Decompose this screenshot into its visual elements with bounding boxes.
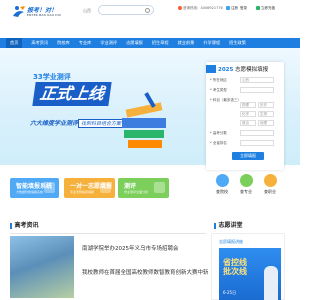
form-label-score: * 高考分数	[210, 131, 227, 135]
subject-politics[interactable]: 政治	[240, 120, 256, 126]
one-on-one-tile[interactable]: 一对一志愿填报 专业老师指导填报	[64, 178, 115, 198]
subject-biology[interactable]: 生物	[258, 111, 274, 117]
smart-fill-tile[interactable]: 智能填报系统 大数据智能填报系统	[10, 178, 59, 198]
form-title-text: 志愿模拟填报	[235, 67, 269, 73]
briefcase-icon	[263, 174, 277, 187]
form-label-subjects: * 科目（最多选三）	[210, 98, 241, 102]
news-thumbnail[interactable]	[10, 236, 74, 298]
wallet-icon	[256, 6, 260, 10]
school-icon	[215, 174, 229, 187]
recharge-button[interactable]: 立即充值	[256, 6, 275, 11]
form-label-type: * 考生类型	[210, 88, 227, 92]
quick-careers[interactable]: 查职业	[258, 172, 282, 202]
form-label-region: * 所在地区	[210, 78, 227, 82]
quick-label: 查职业	[264, 189, 276, 194]
quick-label: 查院校	[216, 189, 228, 194]
form-title: 2025 志愿模拟填报	[218, 65, 268, 73]
subject-physics[interactable]: 物理	[240, 102, 256, 108]
region-select[interactable]: 山西	[240, 77, 274, 83]
ad-header: 志愿填报讲座	[219, 238, 281, 246]
system-icon	[44, 182, 55, 193]
section-marker	[10, 222, 12, 229]
rank-input[interactable]	[240, 140, 274, 146]
ad-line2: 批次线	[223, 267, 247, 276]
logo-icon	[13, 6, 25, 17]
form-year: 2025	[218, 67, 234, 73]
assessment-tile[interactable]: 测评 学业测评全面分析	[118, 178, 169, 198]
news-item[interactable]: 南湖学院举办2025年义乌市专场招聘会	[82, 244, 208, 252]
quick-colleges[interactable]: 查院校	[210, 172, 234, 202]
nav-item-charter[interactable]: 招生章程	[152, 40, 169, 46]
chart-icon	[154, 182, 165, 193]
nav-item-colleges[interactable]: 院校库	[57, 40, 70, 46]
nav-item-fill[interactable]: 志愿填报	[126, 40, 143, 46]
logo-subtext: ENTER BAO KAO DUI	[27, 13, 62, 17]
top-header: 报考！对！ ENTER BAO KAO DUI 山西 咨询热线：40069217…	[0, 0, 300, 22]
nav-item-home[interactable]: 首页	[6, 38, 23, 48]
submit-button[interactable]: 立即填报	[232, 152, 264, 160]
page: 报考！对！ ENTER BAO KAO DUI 山西 咨询热线：40069217…	[0, 0, 300, 300]
subject-history[interactable]: 历史	[258, 102, 274, 108]
lecture-section-title: 志愿讲堂	[214, 220, 243, 234]
news-title: 高考资讯	[14, 222, 39, 229]
search-icon[interactable]	[145, 8, 150, 13]
subject-chemistry[interactable]: 化学	[240, 111, 256, 117]
subject-geography[interactable]: 地理	[258, 120, 274, 126]
tile-sub: 专业老师指导填报	[70, 190, 95, 194]
ad-headline: 省控线 批次线	[223, 258, 247, 276]
register-label: 注册	[231, 6, 238, 10]
ad-date: 6-25日	[223, 290, 237, 295]
nav-item-policy[interactable]: 招生政策	[229, 40, 246, 46]
tile-sub: 大数据智能填报系统	[16, 190, 44, 194]
fill-form-card: 2025 志愿模拟填报 * 所在地区 山西 * 考生类型 * 科目（最多选三） …	[206, 62, 284, 170]
news-divider	[10, 233, 206, 234]
quick-label: 查专业	[240, 189, 252, 194]
site-logo[interactable]: 报考！对！ ENTER BAO KAO DUI	[12, 4, 78, 20]
tile-sub: 学业测评全面分析	[124, 190, 149, 194]
quick-majors[interactable]: 查专业	[234, 172, 258, 202]
nav-item-news[interactable]: 高考资讯	[31, 40, 48, 46]
tile-label: 测评	[124, 183, 137, 190]
ad-banner: 省控线 批次线 6-25日	[219, 248, 281, 300]
main-nav: 首页 高考资讯 院校库 专业库 学业测评 志愿填报 招生章程 就业前景 升学课程…	[0, 38, 300, 48]
year-badge	[206, 65, 216, 73]
books-illustration-icon	[122, 92, 166, 148]
search-input[interactable]	[98, 5, 154, 15]
ad-line1: 省控线	[223, 258, 247, 267]
recharge-label: 立即充值	[261, 6, 275, 10]
consult-icon	[100, 182, 111, 193]
nav-item-assessment[interactable]: 学业测评	[100, 40, 117, 46]
nav-item-career[interactable]: 就业前景	[178, 40, 195, 46]
nav-item-majors[interactable]: 专业库	[79, 40, 92, 46]
hotline-text: 咨询热线：4006921776	[183, 6, 223, 10]
section-marker	[214, 222, 216, 229]
region-selector[interactable]: 山西	[83, 8, 91, 14]
type-select[interactable]	[240, 87, 274, 93]
form-label-rank: * 全省排名	[210, 141, 227, 145]
banner-brand: 33学业测评	[33, 73, 71, 81]
lecture-ad[interactable]: 志愿填报讲座 省控线 批次线 6-25日	[211, 233, 285, 300]
news-item[interactable]: 我校教师在首届全国高校教师数智教育创新大赛中斩...	[82, 268, 208, 276]
speaker-image	[264, 266, 278, 300]
book-icon	[239, 174, 253, 187]
login-label: 登录	[240, 6, 247, 10]
news-section-title: 高考资讯	[10, 220, 39, 234]
score-input[interactable]	[240, 130, 274, 136]
hotline: 咨询热线：4006921776	[178, 6, 223, 11]
lecture-title: 志愿讲堂	[218, 222, 243, 229]
nav-item-courses[interactable]: 升学课程	[203, 40, 220, 46]
register-button[interactable]: 注册	[226, 6, 238, 11]
banner-subtitle: 六大维度学业测评	[30, 120, 79, 127]
banner-title: 正式上线	[32, 82, 112, 106]
user-icon	[226, 6, 230, 10]
login-button[interactable]: 登录	[240, 6, 247, 11]
phone-icon	[178, 6, 182, 10]
